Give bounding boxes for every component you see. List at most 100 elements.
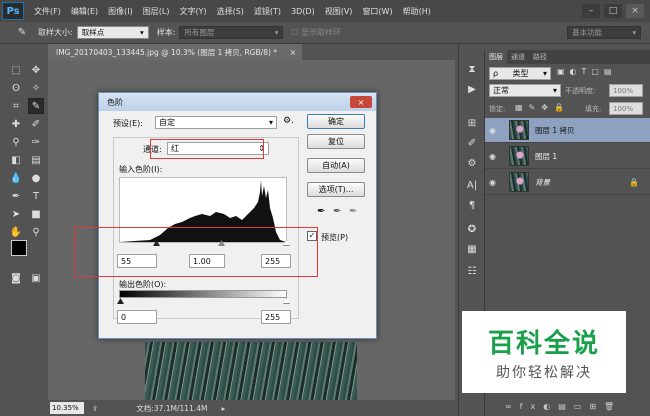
tab-layers[interactable]: 图层 <box>485 50 507 64</box>
ok-button[interactable]: 确定 <box>307 114 365 129</box>
show-ring-checkbox[interactable]: ☐ 显示取样环 <box>291 27 341 38</box>
lock-icons[interactable]: ▦✎✥🔒 <box>515 103 570 112</box>
paragraph-panel-icon[interactable]: ¶ <box>464 198 480 212</box>
path-selection-icon[interactable]: ➤ <box>8 206 24 222</box>
brush-panel-icon[interactable]: ✐ <box>464 136 480 150</box>
document-tab[interactable]: IMG_20170403_133445.jpg @ 10.3% (图层 1 拷贝… <box>48 44 302 60</box>
blend-mode-select[interactable]: 正常 ▾ <box>489 84 561 97</box>
magic-wand-icon[interactable]: ✧ <box>28 80 44 96</box>
lasso-tool-icon[interactable]: ʘ <box>8 80 24 96</box>
filter-icons[interactable]: ▣◐T▢▤ <box>557 67 637 80</box>
eye-icon[interactable]: ◉ <box>489 126 503 135</box>
layer-kind-filter[interactable]: ρ 类型 ▾ <box>489 67 551 80</box>
eyedropper-tool-icon[interactable]: ✎ <box>28 98 44 114</box>
toolbox: ⬚ ✥ ʘ ✧ ⌗ ✎ ✚ ✐ ⚲ ✑ ◧ ▤ 💧 ● ✒ T ➤ ■ ✋ ⚲ … <box>0 50 46 290</box>
status-bar: 10.35% ⇪ 文档:37.1M/111.4M ▸ <box>48 400 455 416</box>
dodge-tool-icon[interactable]: ● <box>28 170 44 186</box>
fill-label: 填充: <box>585 105 602 113</box>
tab-paths[interactable]: 路径 <box>529 50 551 64</box>
reset-button[interactable]: 复位 <box>307 134 365 149</box>
character-panel-icon[interactable]: A| <box>464 178 480 192</box>
eye-icon[interactable]: ◉ <box>489 178 503 187</box>
dialog-title: 色阶 <box>107 97 123 107</box>
white-eyedropper-icon[interactable]: ✒ <box>349 206 357 217</box>
menu-help[interactable]: 帮助(H) <box>403 6 431 17</box>
type-tool-icon[interactable]: T <box>28 188 44 204</box>
auto-button[interactable]: 自动(A) <box>307 158 365 173</box>
crop-tool-icon[interactable]: ⌗ <box>8 98 24 114</box>
opacity-field[interactable]: 100% <box>609 84 643 97</box>
healing-brush-icon[interactable]: ✚ <box>8 116 24 132</box>
hand-tool-icon[interactable]: ✋ <box>8 224 24 240</box>
sample-select[interactable]: 所有图层 ▾ <box>179 26 284 39</box>
watermark-title: 百科全说 <box>487 328 600 359</box>
history-brush-icon[interactable]: ✑ <box>28 134 44 150</box>
zoom-field[interactable]: 10.35% <box>50 402 84 414</box>
status-menu-arrow-icon[interactable]: ▸ <box>221 404 225 413</box>
clone-stamp-icon[interactable]: ⚲ <box>8 134 24 150</box>
marquee-tool-icon[interactable]: ⬚ <box>8 62 24 78</box>
quick-mask-icon[interactable]: ◙ <box>8 270 24 286</box>
layer-actions-bar[interactable]: ∞fx◐▤▭⊞🗑 <box>485 402 650 416</box>
layers-panel-tabs: 图层 通道 路径 <box>485 50 650 64</box>
share-icon[interactable]: ⇪ <box>92 404 98 413</box>
menu-window[interactable]: 窗口(W) <box>362 6 392 17</box>
preset-select[interactable]: 自定 ▾ <box>155 116 277 129</box>
channel-highlight-box <box>150 139 264 159</box>
blur-tool-icon[interactable]: 💧 <box>8 170 24 186</box>
fill-field[interactable]: 100% <box>609 102 643 115</box>
info-panel-icon[interactable]: ☷ <box>464 264 480 278</box>
eraser-icon[interactable]: ◧ <box>8 152 24 168</box>
menu-edit[interactable]: 编辑(E) <box>71 6 98 17</box>
black-eyedropper-icon[interactable]: ✒ <box>317 206 325 217</box>
menu-type[interactable]: 文字(Y) <box>179 6 206 17</box>
zoom-tool-icon[interactable]: ⚲ <box>28 224 44 240</box>
properties-panel-icon[interactable]: ⚙ <box>464 156 480 170</box>
input-levels-highlight-box <box>74 227 318 277</box>
layer-row[interactable]: ◉ 图层 1 拷贝 <box>485 118 650 143</box>
layer-row[interactable]: ◉ 图层 1 <box>485 144 650 169</box>
close-window-button[interactable]: × <box>626 4 644 18</box>
menu-3d[interactable]: 3D(D) <box>291 7 315 16</box>
chevron-down-icon: ▾ <box>268 118 273 127</box>
eye-icon[interactable]: ◉ <box>489 152 503 161</box>
eyedropper-icon[interactable]: ✎ <box>14 25 30 41</box>
dialog-close-button[interactable]: × <box>350 96 372 108</box>
preset-options-gear-icon[interactable]: ⚙. <box>283 116 294 126</box>
options-bar: ✎ 取样大小: 取样点 ▾ 样本: 所有图层 ▾ ☐ 显示取样环 基本功能 ▾ <box>0 22 650 44</box>
move-tool-icon[interactable]: ✥ <box>28 62 44 78</box>
menu-filter[interactable]: 滤镜(T) <box>254 6 281 17</box>
menu-file[interactable]: 文件(F) <box>34 6 61 17</box>
swatches-panel-icon[interactable]: ▦ <box>464 242 480 256</box>
menu-layer[interactable]: 图层(L) <box>143 6 170 17</box>
shape-tool-icon[interactable]: ■ <box>28 206 44 222</box>
pen-tool-icon[interactable]: ✒ <box>8 188 24 204</box>
brush-tool-icon[interactable]: ✐ <box>28 116 44 132</box>
close-tab-icon[interactable]: × <box>290 48 296 57</box>
styles-panel-icon[interactable]: ✪ <box>464 222 480 236</box>
adjustments-panel-icon[interactable]: ⊞ <box>464 116 480 130</box>
gradient-tool-icon[interactable]: ▤ <box>28 152 44 168</box>
menu-view[interactable]: 视图(V) <box>325 6 353 17</box>
maximize-button[interactable]: □ <box>604 4 622 18</box>
output-white-field[interactable]: 255 <box>261 310 291 324</box>
chevron-down-icon: ▾ <box>139 28 144 37</box>
tab-channels[interactable]: 通道 <box>507 50 529 64</box>
workspace-select[interactable]: 基本功能 ▾ <box>567 26 642 39</box>
foreground-color-swatch[interactable] <box>11 240 27 256</box>
layer-name: 背景 <box>535 177 550 187</box>
output-gradient-bar <box>119 290 287 298</box>
screen-mode-icon[interactable]: ▣ <box>28 270 44 286</box>
actions-panel-icon[interactable]: ▶ <box>464 82 480 96</box>
menu-image[interactable]: 图像(I) <box>108 6 133 17</box>
dialog-titlebar[interactable]: 色阶 <box>99 93 376 111</box>
options-button[interactable]: 选项(T)... <box>307 182 365 197</box>
output-black-field[interactable]: 0 <box>117 310 157 324</box>
minimize-button[interactable]: – <box>582 4 600 18</box>
history-panel-icon[interactable]: ⧗ <box>464 62 480 76</box>
layer-row[interactable]: ◉ 背景 🔒 <box>485 170 650 195</box>
sample-size-select[interactable]: 取样点 ▾ <box>76 26 149 39</box>
lock-label: 锁定: <box>489 105 506 113</box>
gray-eyedropper-icon[interactable]: ✒ <box>333 206 341 217</box>
menu-select[interactable]: 选择(S) <box>217 6 244 17</box>
